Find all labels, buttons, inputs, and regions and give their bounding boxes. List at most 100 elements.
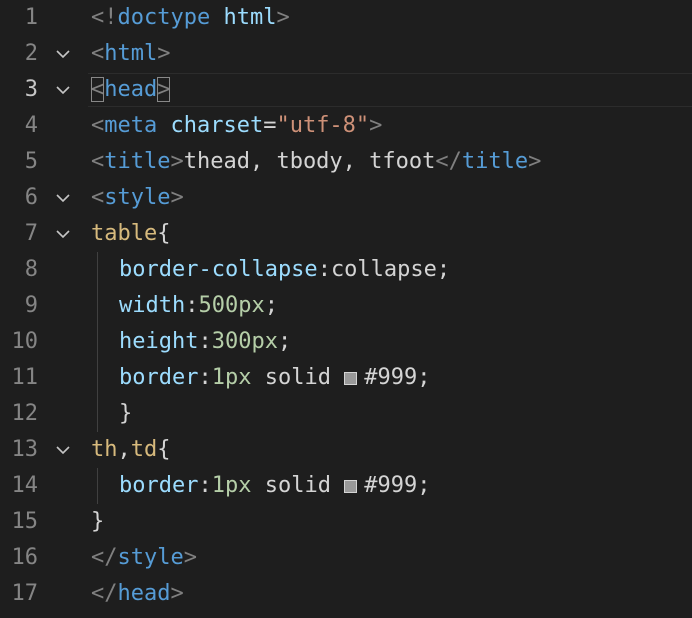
token-txt: thead, tbody, tfoot [183,149,436,174]
code-line[interactable]: 9 width:500px; [0,288,692,324]
token-punc: > [276,5,290,30]
token-tag: title [104,149,171,174]
indent-guide [97,324,98,360]
token-num: 1px [211,365,252,390]
token-punc: > [157,41,171,66]
code-line[interactable]: 6 <style> [0,180,692,216]
token-prop: width [119,293,186,318]
chevron-down-icon[interactable] [56,443,70,457]
code-line[interactable]: 7 table{ [0,216,692,252]
line-number: 9 [24,293,38,318]
line-number: 7 [24,221,38,246]
code-text: border-collapse:collapse; [119,252,450,288]
code-line[interactable]: 17 </head> [0,576,692,612]
token-txt: ; [264,293,278,318]
code-text: <title>thead, tbody, tfoot</title> [91,144,541,180]
token-val: collapse [330,257,437,282]
code-text: width:500px; [119,288,278,324]
color-swatch[interactable] [344,372,358,385]
code-line[interactable]: 10 height:300px; [0,324,692,360]
token-punc: > [170,149,184,174]
token-punc: < [91,41,105,66]
code-text: border:1px solid #999; [119,360,430,396]
code-line[interactable]: 8 border-collapse:collapse; [0,252,692,288]
chevron-down-icon[interactable] [56,227,70,241]
token-num: 500px [198,293,265,318]
token-tag: head [117,581,171,606]
token-txt: = [263,113,277,138]
code-text: } [119,396,132,432]
token-val: solid [264,365,331,390]
token-tag: meta [104,113,158,138]
code-line[interactable]: 4 <meta charset="utf-8"> [0,108,692,144]
token-sel: td [130,437,158,462]
code-text: <meta charset="utf-8"> [91,108,382,144]
code-line[interactable]: 11 border:1px solid #999; [0,360,692,396]
token-tag: style [117,545,184,570]
line-number: 8 [24,257,38,282]
code-line[interactable]: 1 <!doctype html> [0,0,692,36]
line-number: 5 [24,149,38,174]
token-txt: } [119,401,133,426]
token-num: 1px [211,473,252,498]
chevron-down-icon[interactable] [56,83,70,97]
token-tag: html [104,41,158,66]
line-number: 17 [11,581,39,606]
token-val: solid [264,473,331,498]
token-tag: head [104,77,158,102]
code-text: <style> [91,180,184,216]
line-number: 15 [11,509,39,534]
code-line[interactable]: 5 <title>thead, tbody, tfoot</title> [0,144,692,180]
chevron-down-icon[interactable] [56,191,70,205]
code-text: </head> [91,576,184,612]
line-number: 6 [24,185,38,210]
code-line[interactable]: 3 <head> [0,72,692,108]
line-number: 12 [11,401,39,426]
line-number: 3 [24,77,38,102]
matched-bracket: > [157,77,171,102]
code-text: <!doctype html> [91,0,290,36]
code-text: height:300px; [119,324,291,360]
token-attr: charset [170,113,264,138]
code-line[interactable]: 13 th,td{ [0,432,692,468]
token-txt: : [198,473,212,498]
token-punc: > [528,149,542,174]
token-punc: </ [91,545,118,570]
code-line[interactable]: 15} [0,504,692,540]
line-number: 1 [24,5,38,30]
code-line[interactable]: 12} [0,396,692,432]
code-line[interactable]: 16 </style> [0,540,692,576]
matched-bracket: < [91,77,105,102]
color-swatch[interactable] [344,480,358,493]
token-punc: > [183,545,197,570]
indent-guide [97,288,98,324]
token-txt: : [198,365,212,390]
indent-guide [97,468,98,504]
line-number: 13 [11,437,39,462]
code-text: </style> [91,540,197,576]
token-txt: { [157,221,171,246]
token-txt: : [317,257,331,282]
line-number: 14 [11,473,39,498]
token-punc: > [170,185,184,210]
token-txt: : [185,293,199,318]
token-punc: < [91,149,105,174]
token-txt: ; [436,257,451,282]
chevron-down-icon[interactable] [56,47,70,61]
code-text: border:1px solid #999; [119,468,430,504]
code-line[interactable]: 14 border:1px solid #999; [0,468,692,504]
code-text: th,td{ [91,432,171,468]
code-editor[interactable]: 1 <!doctype html> 2 <html> 3 <head> 4 <meta cha… [0,0,692,618]
indent-guide [97,396,98,432]
token-txt: ; [417,365,431,390]
line-number: 2 [24,41,38,66]
line-number: 11 [11,365,39,390]
code-line[interactable]: 2 <html> [0,36,692,72]
token-tag: doctype [117,5,211,30]
token-prop: border [119,473,199,498]
line-number: 16 [11,545,39,570]
